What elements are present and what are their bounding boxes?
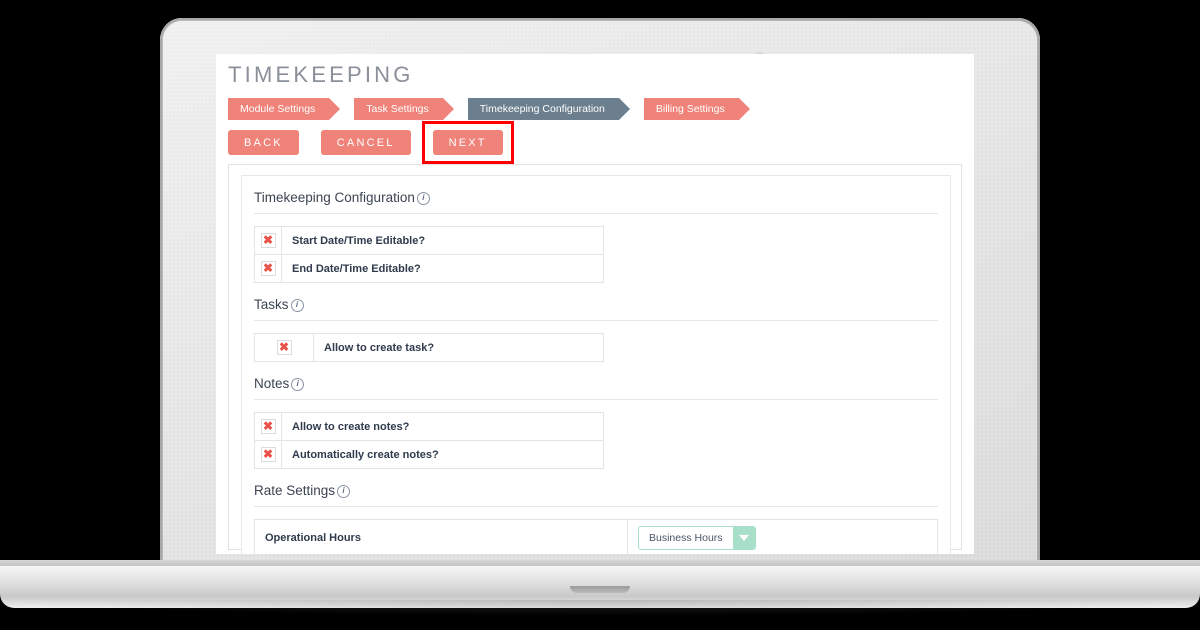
row-checkbox-cell[interactable]: ✖ [255, 334, 314, 361]
breadcrumb-step-billing-settings[interactable]: Billing Settings [643, 98, 750, 120]
page-title: TIMEKEEPING [228, 62, 414, 87]
breadcrumb-step-label: Task Settings [366, 103, 429, 115]
row-label: Allow to create task? [324, 341, 435, 354]
section-title: Notes [254, 376, 290, 391]
cancel-button[interactable]: CANCEL [320, 130, 411, 155]
table-row[interactable]: Operational Hours Business Hours [255, 520, 937, 554]
info-icon[interactable]: i [416, 192, 430, 205]
section-header-notes: Notes i [254, 362, 938, 399]
row-label: Operational Hours [255, 520, 628, 554]
x-icon[interactable]: ✖ [260, 261, 276, 276]
breadcrumb-step-timekeeping-configuration[interactable]: Timekeeping Configuration [467, 98, 630, 120]
section-header-rate-settings: Rate Settings i [254, 469, 938, 506]
section-divider [254, 320, 938, 321]
action-bar: BACK CANCEL NEXT [228, 121, 525, 164]
content-card: Timekeeping Configuration i ✖ Start Date… [228, 164, 962, 554]
laptop-screen: TIMEKEEPING Module Settings Task Setting… [216, 54, 974, 554]
operational-hours-select[interactable]: Business Hours [638, 526, 756, 550]
breadcrumb-separator-icon [340, 98, 351, 120]
row-checkbox-cell[interactable]: ✖ [255, 441, 282, 468]
table-row[interactable]: ✖ Allow to create notes? [255, 413, 603, 441]
row-checkbox-cell[interactable]: ✖ [255, 413, 282, 440]
settings-rows-tasks: ✖ Allow to create task? [254, 333, 604, 362]
app-page: TIMEKEEPING Module Settings Task Setting… [216, 54, 974, 554]
info-icon[interactable]: i [290, 299, 304, 312]
info-icon[interactable]: i [337, 485, 351, 498]
table-row[interactable]: ✖ Allow to create task? [255, 334, 603, 362]
select-value: Business Hours [649, 532, 723, 544]
table-row[interactable]: ✖ Start Date/Time Editable? [255, 227, 603, 255]
table-row[interactable]: ✖ Automatically create notes? [255, 441, 603, 469]
section-title: Timekeeping Configuration [254, 190, 415, 205]
x-icon[interactable]: ✖ [260, 447, 276, 462]
screenshot-stage: TIMEKEEPING Module Settings Task Setting… [0, 0, 1200, 630]
section-header-timekeeping-configuration: Timekeeping Configuration i [254, 176, 938, 213]
row-label: Allow to create notes? [292, 420, 410, 433]
row-label: Start Date/Time Editable? [292, 234, 426, 247]
row-label: End Date/Time Editable? [292, 262, 421, 275]
section-title: Rate Settings [254, 483, 336, 498]
section-header-tasks: Tasks i [254, 283, 938, 320]
section-title: Tasks [254, 297, 289, 312]
settings-rows-notes: ✖ Allow to create notes? ✖ Automatically… [254, 412, 604, 469]
settings-panel: Timekeeping Configuration i ✖ Start Date… [241, 175, 951, 554]
row-checkbox-cell[interactable]: ✖ [255, 227, 282, 254]
section-divider [254, 399, 938, 400]
back-button[interactable]: BACK [228, 130, 299, 155]
x-icon[interactable]: ✖ [260, 419, 276, 434]
info-icon[interactable]: i [291, 378, 305, 391]
row-label: Automatically create notes? [292, 448, 439, 461]
laptop-shadow [0, 600, 1200, 616]
breadcrumb-step-label: Billing Settings [655, 103, 725, 115]
breadcrumb-step-label: Module Settings [240, 103, 316, 115]
chevron-down-icon[interactable] [732, 527, 755, 549]
next-button[interactable]: NEXT [432, 130, 503, 155]
section-divider [254, 506, 938, 507]
x-icon[interactable]: ✖ [276, 340, 292, 355]
laptop-base-notch [570, 586, 630, 593]
next-button-wrapper: NEXT [421, 121, 514, 164]
breadcrumb-step-module-settings[interactable]: Module Settings [228, 98, 341, 120]
x-icon[interactable]: ✖ [260, 233, 276, 248]
row-checkbox-cell[interactable]: ✖ [255, 255, 282, 282]
table-row[interactable]: ✖ End Date/Time Editable? [255, 255, 603, 283]
breadcrumb-step-label: Timekeeping Configuration [479, 103, 605, 115]
breadcrumb-separator-icon [453, 98, 464, 120]
breadcrumb-separator-icon [629, 98, 640, 120]
breadcrumb: Module Settings Task Settings Timekeepin… [228, 98, 750, 120]
section-divider [254, 213, 938, 214]
row-control-cell: Business Hours [628, 520, 937, 554]
breadcrumb-step-task-settings[interactable]: Task Settings [354, 98, 455, 120]
settings-rows-timekeeping-configuration: ✖ Start Date/Time Editable? ✖ End Date/T… [254, 226, 604, 283]
settings-rows-rate-settings: Operational Hours Business Hours [254, 519, 938, 554]
